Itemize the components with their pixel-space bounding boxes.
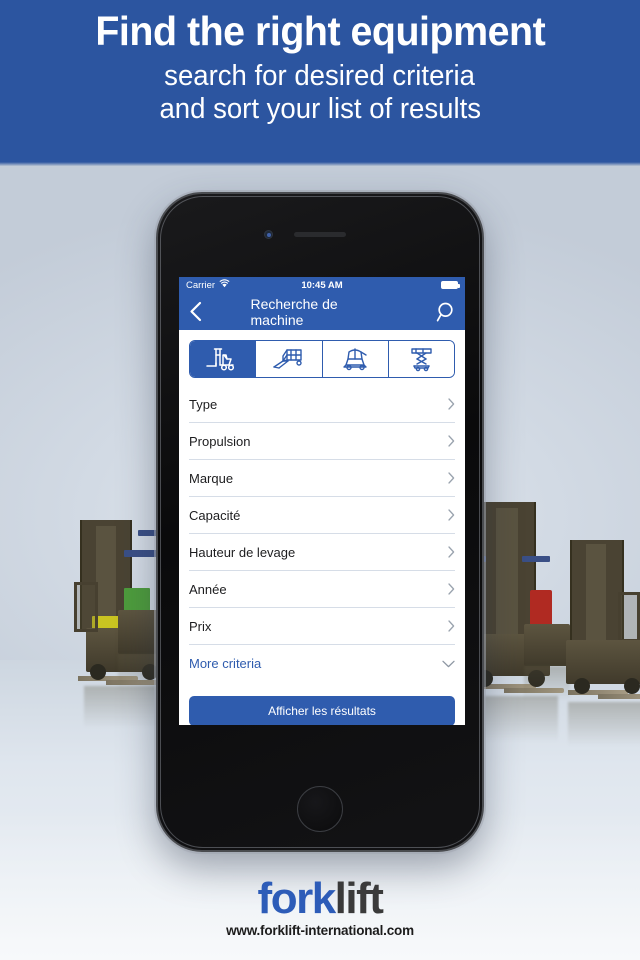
banner-subtitle-line1: search for desired criteria bbox=[164, 60, 476, 93]
equipment-type-segmented-control[interactable] bbox=[189, 340, 455, 378]
status-bar: Carrier 10:45 AM bbox=[179, 277, 465, 293]
criteria-row-prix[interactable]: Prix bbox=[189, 608, 455, 645]
criteria-label: Prix bbox=[189, 618, 212, 634]
more-criteria-row[interactable]: More criteria bbox=[189, 645, 455, 682]
front-camera-icon bbox=[264, 230, 273, 239]
wifi-icon bbox=[219, 279, 230, 291]
criteria-row-annee[interactable]: Année bbox=[189, 571, 455, 608]
criteria-row-propulsion[interactable]: Propulsion bbox=[189, 423, 455, 460]
home-button[interactable] bbox=[297, 786, 343, 832]
more-criteria-label: More criteria bbox=[189, 656, 262, 671]
website-url: www.forklift-international.com bbox=[226, 923, 414, 938]
banner-subtitle-line2: and sort your list of results bbox=[159, 93, 481, 126]
criteria-row-hauteur-de-levage[interactable]: Hauteur de levage bbox=[189, 534, 455, 571]
floor-sweeper-icon bbox=[343, 348, 367, 371]
scissor-lift-icon bbox=[411, 348, 433, 372]
phone-screen: Carrier 10:45 AM Recherche de machine Ty… bbox=[179, 277, 465, 725]
criteria-label: Type bbox=[189, 396, 218, 412]
criteria-label: Propulsion bbox=[189, 433, 251, 449]
status-bar-right bbox=[441, 281, 460, 289]
segment-floor-sweeper[interactable] bbox=[322, 341, 389, 377]
chevron-right-icon bbox=[448, 620, 455, 632]
carrier-label: Carrier bbox=[186, 279, 216, 291]
earpiece-speaker bbox=[294, 232, 346, 237]
status-bar-time: 10:45 AM bbox=[301, 279, 343, 291]
smartphone-device: Carrier 10:45 AM Recherche de machine Ty… bbox=[156, 192, 484, 852]
logo-lift-text: lift bbox=[334, 874, 384, 923]
navigation-bar: Recherche de machine bbox=[179, 293, 465, 330]
segment-scissor-lift[interactable] bbox=[388, 341, 454, 377]
criteria-row-marque[interactable]: Marque bbox=[189, 460, 455, 497]
logo-fork-text: fork bbox=[257, 874, 337, 923]
segment-forklift[interactable] bbox=[190, 341, 257, 377]
criteria-row-type[interactable]: Type bbox=[189, 386, 455, 423]
brand-logo: forklift www.forklift-international.com bbox=[0, 877, 640, 939]
back-button[interactable] bbox=[189, 301, 202, 322]
search-button[interactable] bbox=[436, 302, 455, 322]
status-bar-left: Carrier bbox=[186, 279, 230, 291]
criteria-label: Année bbox=[189, 581, 227, 597]
equipment-type-selector-wrap bbox=[179, 330, 465, 386]
criteria-label: Capacité bbox=[189, 507, 241, 523]
chevron-right-icon bbox=[448, 435, 455, 447]
criteria-label: Marque bbox=[189, 470, 234, 486]
battery-full-icon bbox=[441, 281, 460, 289]
search-icon bbox=[436, 302, 453, 321]
chevron-left-icon bbox=[190, 301, 202, 322]
page-title: Recherche de machine bbox=[250, 295, 338, 328]
show-results-button[interactable]: Afficher les résultats bbox=[189, 696, 455, 725]
criteria-row-capacite[interactable]: Capacité bbox=[189, 497, 455, 534]
forklift-icon bbox=[205, 348, 234, 371]
chevron-right-icon bbox=[448, 398, 455, 410]
logo-wordmark: forklift bbox=[0, 877, 640, 921]
chevron-right-icon bbox=[448, 583, 455, 595]
submit-button-wrap: Afficher les résultats bbox=[179, 682, 465, 725]
banner-title: Find the right equipment bbox=[95, 8, 545, 54]
chevron-right-icon bbox=[448, 472, 455, 484]
chevron-right-icon bbox=[448, 509, 455, 521]
segment-pallet-truck[interactable] bbox=[256, 341, 323, 377]
promo-banner: Find the right equipment search for desi… bbox=[0, 0, 640, 162]
pallet-truck-icon bbox=[273, 349, 302, 369]
chevron-right-icon bbox=[448, 546, 455, 558]
chevron-down-icon bbox=[442, 660, 455, 668]
search-criteria-list: Type Propulsion Marque Capacité Hauteur … bbox=[179, 386, 465, 682]
criteria-label: Hauteur de levage bbox=[189, 544, 296, 560]
